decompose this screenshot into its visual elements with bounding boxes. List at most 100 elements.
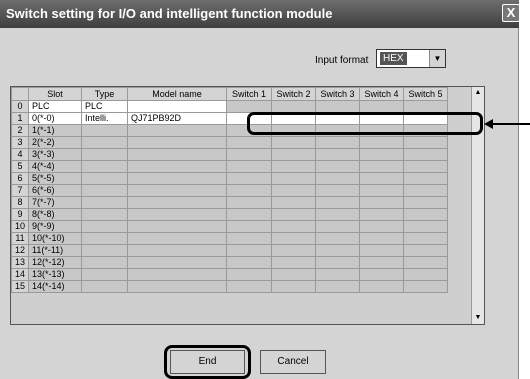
- type-cell[interactable]: [81, 256, 128, 269]
- switch-3-cell: [315, 244, 360, 257]
- slot-cell: 2(*-2): [28, 136, 82, 149]
- model-name-cell[interactable]: [127, 100, 227, 113]
- slot-cell: 0(*-0): [28, 112, 82, 125]
- type-cell[interactable]: [81, 184, 128, 197]
- model-name-cell[interactable]: [127, 244, 227, 257]
- switch-1-cell: [226, 196, 272, 209]
- switch-5-cell: [403, 232, 448, 245]
- cancel-button[interactable]: Cancel: [260, 350, 326, 374]
- row-number: 0: [11, 100, 29, 113]
- switch-2-cell: [271, 136, 316, 149]
- type-cell[interactable]: [81, 232, 128, 245]
- column-header: Switch 3: [315, 87, 360, 101]
- model-name-cell[interactable]: [127, 160, 227, 173]
- type-cell[interactable]: [81, 160, 128, 173]
- switch-5-cell: [403, 100, 448, 113]
- model-name-cell[interactable]: [127, 184, 227, 197]
- switch-3-cell: [315, 136, 360, 149]
- model-name-cell[interactable]: [127, 280, 227, 293]
- type-cell[interactable]: [81, 268, 128, 281]
- switch-5-cell: [403, 208, 448, 221]
- table-row: 10 9(*-9): [11, 220, 448, 233]
- column-header: Model name: [127, 87, 227, 101]
- model-name-cell[interactable]: QJ71PB92D: [127, 112, 227, 125]
- row-number: 15: [11, 280, 29, 293]
- model-name-cell[interactable]: [127, 196, 227, 209]
- switch-3-cell: [315, 280, 360, 293]
- slot-cell: 4(*-4): [28, 160, 82, 173]
- type-cell[interactable]: Intelli.: [81, 112, 128, 125]
- switch-1-cell: [226, 208, 272, 221]
- slot-cell: 3(*-3): [28, 148, 82, 161]
- row-number: 13: [11, 256, 29, 269]
- row-number: 2: [11, 124, 29, 137]
- table-row: 12 11(*-11): [11, 244, 448, 257]
- type-cell[interactable]: PLC: [81, 100, 128, 113]
- switch-3-cell: [315, 208, 360, 221]
- table-row: 15 14(*-14): [11, 280, 448, 293]
- type-cell[interactable]: [81, 148, 128, 161]
- switch-1-cell: [226, 256, 272, 269]
- model-name-cell[interactable]: [127, 256, 227, 269]
- chevron-down-icon[interactable]: ▼: [429, 50, 445, 67]
- close-icon[interactable]: X: [502, 4, 520, 22]
- type-cell[interactable]: [81, 124, 128, 137]
- slot-cell: 11(*-11): [28, 244, 82, 257]
- switch-3-cell: [315, 160, 360, 173]
- switch-2-cell: [271, 196, 316, 209]
- type-cell[interactable]: [81, 208, 128, 221]
- switch-4-cell: [359, 160, 404, 173]
- row-number: 1: [11, 112, 29, 125]
- switch-4-cell: [359, 136, 404, 149]
- row-number: 7: [11, 184, 29, 197]
- table-row: 14 13(*-13): [11, 268, 448, 281]
- switch-2-cell: [271, 268, 316, 281]
- slot-cell: 8(*-8): [28, 208, 82, 221]
- switch-4-cell: [359, 208, 404, 221]
- type-cell[interactable]: [81, 220, 128, 233]
- scroll-up-icon[interactable]: ▲: [472, 87, 484, 99]
- column-header: Switch 1: [226, 87, 272, 101]
- model-name-cell[interactable]: [127, 268, 227, 281]
- type-cell[interactable]: [81, 172, 128, 185]
- switch-4-cell: [359, 184, 404, 197]
- switch-2-cell: [271, 160, 316, 173]
- model-name-cell[interactable]: [127, 232, 227, 245]
- model-name-cell[interactable]: [127, 124, 227, 137]
- switch-5-cell: [403, 136, 448, 149]
- table-row: 3 2(*-2): [11, 136, 448, 149]
- type-cell[interactable]: [81, 244, 128, 257]
- row-number: 14: [11, 268, 29, 281]
- switch-1-cell: [226, 148, 272, 161]
- switch-5-cell: [403, 196, 448, 209]
- type-cell[interactable]: [81, 196, 128, 209]
- row-number: 5: [11, 160, 29, 173]
- switch-1-cell: [226, 268, 272, 281]
- input-format-select[interactable]: HEX ▼: [376, 49, 446, 68]
- scroll-down-icon[interactable]: ▼: [472, 312, 484, 324]
- table-row: 11 10(*-10): [11, 232, 448, 245]
- column-header: Type: [81, 87, 128, 101]
- model-name-cell[interactable]: [127, 172, 227, 185]
- switch-4-cell: [359, 244, 404, 257]
- switch-3-cell: [315, 256, 360, 269]
- model-name-cell[interactable]: [127, 220, 227, 233]
- model-name-cell[interactable]: [127, 136, 227, 149]
- row-number: 11: [11, 232, 29, 245]
- switch-1-cell: [226, 184, 272, 197]
- switch-4-cell: [359, 148, 404, 161]
- slot-cell: 6(*-6): [28, 184, 82, 197]
- type-cell[interactable]: [81, 280, 128, 293]
- switch-2-cell: [271, 256, 316, 269]
- slot-cell: 7(*-7): [28, 196, 82, 209]
- table-row: 7 6(*-6): [11, 184, 448, 197]
- model-name-cell[interactable]: [127, 208, 227, 221]
- switch-5-cell: [403, 172, 448, 185]
- switch-1-cell: [226, 220, 272, 233]
- slot-cell: 1(*-1): [28, 124, 82, 137]
- row-number: 3: [11, 136, 29, 149]
- row-number: 4: [11, 148, 29, 161]
- model-name-cell[interactable]: [127, 148, 227, 161]
- type-cell[interactable]: [81, 136, 128, 149]
- switch-3-cell: [315, 220, 360, 233]
